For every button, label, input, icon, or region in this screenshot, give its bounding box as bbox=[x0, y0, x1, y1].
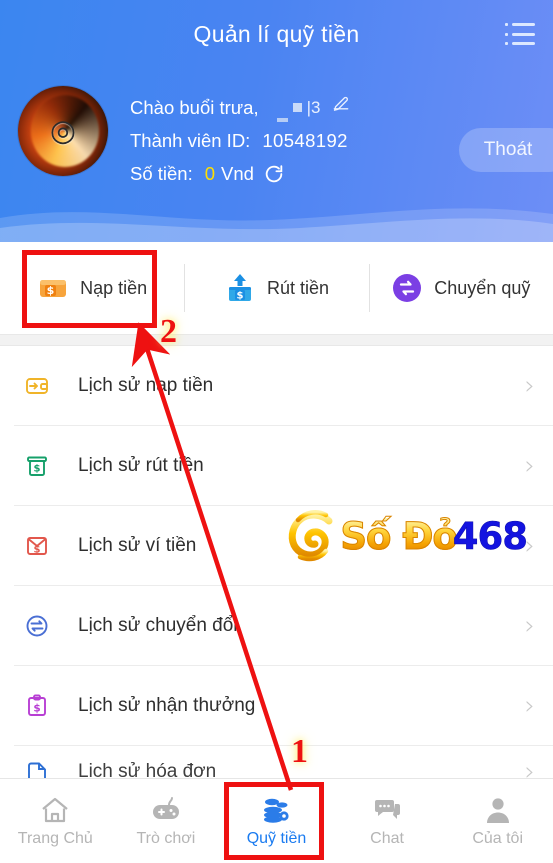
nav-item-label: Trang Chủ bbox=[17, 830, 93, 847]
action-withdraw-label: Rút tiền bbox=[266, 277, 330, 298]
list-item-deposit-history[interactable]: Lịch sử nạp tiền › bbox=[0, 346, 553, 426]
list-item-label: Lịch sử nạp tiền bbox=[78, 375, 214, 396]
nav-item-games[interactable]: Trò chơi bbox=[111, 779, 222, 863]
list-item-label: Lịch sử chuyển đổi bbox=[78, 615, 238, 636]
member-line: Thành viên ID: 10548192 bbox=[130, 124, 351, 157]
withdraw-upload-icon: $ bbox=[224, 272, 256, 304]
avatar-logo-glyph: ◎ bbox=[49, 113, 77, 149]
coins-gear-icon bbox=[260, 794, 292, 826]
nav-item-home[interactable]: Trang Chủ bbox=[0, 779, 111, 863]
member-id-value: 10548192 bbox=[262, 130, 348, 151]
user-person-icon bbox=[482, 794, 514, 826]
amount-label: Số tiền: bbox=[130, 163, 193, 184]
envelope-dollar-icon: $ bbox=[22, 531, 52, 561]
missing-glyph-box-b bbox=[292, 103, 302, 112]
list-item-reward-history[interactable]: $ Lịch sử nhận thưởng › bbox=[0, 666, 553, 746]
exchange-circle-icon bbox=[22, 611, 52, 641]
avatar[interactable]: ◎ bbox=[18, 86, 108, 176]
gamepad-icon bbox=[150, 794, 182, 826]
greeting-text: Chào buổi trưa, bbox=[130, 97, 259, 118]
pencil-edit-icon[interactable] bbox=[331, 91, 351, 124]
amount-value: 0 bbox=[204, 163, 216, 184]
list-item-withdraw-history[interactable]: $ Lịch sử rút tiền › bbox=[0, 426, 553, 506]
action-transfer-label: Chuyển quỹ bbox=[434, 277, 531, 298]
list-item-exchange-history[interactable]: Lịch sử chuyển đổi › bbox=[0, 586, 553, 666]
history-list: Lịch sử nạp tiền › $ Lịch sử rút tiền › … bbox=[0, 346, 553, 798]
profile-block: ◎ Chào buổi trưa, |3 Thành viên ID: 1054… bbox=[0, 68, 553, 190]
chevron-right-icon: › bbox=[524, 611, 535, 641]
list-item-label: Lịch sử rút tiền bbox=[78, 455, 204, 476]
missing-glyph-box-a bbox=[276, 118, 288, 122]
list-item-label: Lịch sử nhận thưởng bbox=[78, 695, 256, 716]
action-transfer[interactable]: Chuyển quỹ bbox=[368, 242, 553, 334]
svg-text:$: $ bbox=[33, 703, 40, 715]
section-divider bbox=[0, 334, 553, 346]
nav-item-chat[interactable]: Chat bbox=[332, 779, 443, 863]
page-title: Quản lí quỹ tiền bbox=[193, 20, 360, 47]
logout-button[interactable]: Thoát bbox=[459, 128, 553, 172]
nav-item-label: Trò chơi bbox=[136, 830, 196, 847]
greeting-line: Chào buổi trưa, |3 bbox=[130, 91, 351, 124]
amount-line: Số tiền: 0 Vnd bbox=[130, 157, 351, 190]
greeting-suffix-group: |3 bbox=[276, 91, 352, 124]
svg-text:$: $ bbox=[47, 284, 55, 297]
refresh-icon[interactable] bbox=[263, 163, 285, 185]
title-bar: Quản lí quỹ tiền bbox=[0, 0, 553, 68]
list-menu-icon[interactable] bbox=[505, 21, 535, 47]
chevron-right-icon: › bbox=[524, 691, 535, 721]
list-item-wallet-history[interactable]: $ Lịch sử ví tiền › bbox=[0, 506, 553, 586]
nav-item-label: Của tôi bbox=[472, 830, 524, 847]
wallet-arrow-icon bbox=[22, 371, 52, 401]
page-header: Quản lí quỹ tiền ◎ Chào buổi trưa, |3 Th… bbox=[0, 0, 553, 242]
quick-actions-bar: $ Nạp tiền $ Rút tiền Chuyển quỹ bbox=[0, 242, 553, 334]
atm-dollar-icon: $ bbox=[22, 451, 52, 481]
chat-bubble-icon bbox=[371, 794, 403, 826]
svg-text:$: $ bbox=[34, 545, 41, 556]
chevron-right-icon: › bbox=[524, 451, 535, 481]
bottom-navigation: Trang Chủ Trò chơi Quỹ tiền Chat Của tôi bbox=[0, 778, 553, 863]
action-deposit[interactable]: $ Nạp tiền bbox=[0, 242, 184, 334]
member-id-label: Thành viên ID: bbox=[130, 130, 251, 151]
list-item-label: Lịch sử ví tiền bbox=[78, 535, 197, 556]
transfer-circle-icon bbox=[391, 272, 423, 304]
greeting-suffix: |3 bbox=[306, 98, 321, 117]
deposit-wallet-icon: $ bbox=[37, 272, 69, 304]
nav-item-profile[interactable]: Của tôi bbox=[442, 779, 553, 863]
header-wave-decoration bbox=[0, 208, 553, 242]
profile-info: Chào buổi trưa, |3 Thành viên ID: 105481… bbox=[130, 86, 351, 190]
clipboard-dollar-icon: $ bbox=[22, 691, 52, 721]
nav-item-label: Quỹ tiền bbox=[246, 830, 307, 847]
nav-item-label: Chat bbox=[370, 830, 404, 847]
chevron-right-icon: › bbox=[524, 371, 535, 401]
nav-item-funds[interactable]: Quỹ tiền bbox=[221, 779, 332, 863]
svg-text:$: $ bbox=[34, 464, 41, 475]
svg-text:$: $ bbox=[236, 291, 243, 302]
app-root: Quản lí quỹ tiền ◎ Chào buổi trưa, |3 Th… bbox=[0, 0, 553, 863]
amount-currency: Vnd bbox=[221, 163, 254, 184]
action-deposit-label: Nạp tiền bbox=[80, 277, 148, 298]
chevron-right-icon: › bbox=[524, 531, 535, 561]
home-icon bbox=[39, 794, 71, 826]
action-withdraw[interactable]: $ Rút tiền bbox=[184, 242, 368, 334]
